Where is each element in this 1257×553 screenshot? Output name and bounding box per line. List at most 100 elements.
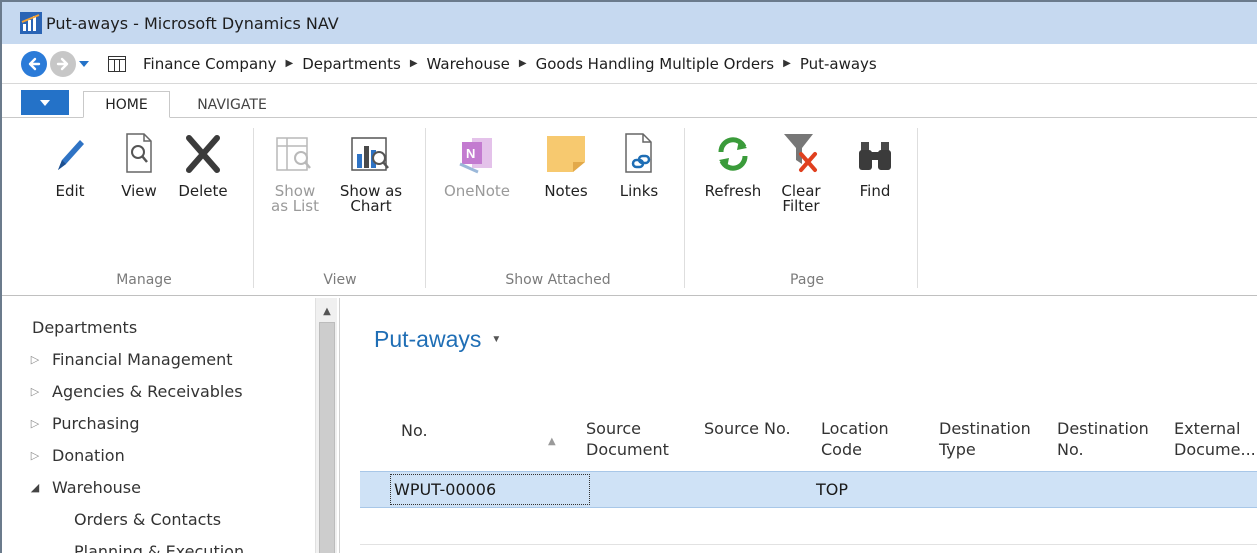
show-as-list-label: Show as List <box>271 182 319 216</box>
sidebar-item-label: Financial Management <box>52 350 233 369</box>
list-view-icon <box>276 137 311 171</box>
sidebar-item-warehouse[interactable]: ◢ Warehouse <box>30 478 141 497</box>
onenote-icon: N <box>459 138 492 174</box>
clear-filter-icon <box>784 134 817 172</box>
group-label-view: View <box>323 272 357 288</box>
edit-label: Edit <box>55 182 85 200</box>
forward-button[interactable] <box>50 50 76 77</box>
column-header-source-no[interactable]: Source No. <box>704 418 791 439</box>
cell-location-code[interactable]: TOP <box>816 480 848 499</box>
sidebar-item-label: Purchasing <box>52 414 140 433</box>
refresh-icon <box>718 137 748 171</box>
group-label-page: Page <box>790 272 824 288</box>
breadcrumb-item[interactable]: Put-aways <box>800 55 877 73</box>
sidebar-scrollbar[interactable]: ▲ <box>315 298 337 553</box>
links-button[interactable]: Links <box>613 118 665 201</box>
sidebar-item-agencies-receivables[interactable]: ▷ Agencies & Receivables <box>30 382 243 401</box>
cell-no[interactable]: WPUT-00006 <box>394 480 496 499</box>
header-line: Destination <box>939 419 1031 438</box>
sidebar-item-purchasing[interactable]: ▷ Purchasing <box>30 414 140 433</box>
caret-down-icon <box>40 99 50 106</box>
refresh-label: Refresh <box>704 182 762 200</box>
expand-icon[interactable]: ▷ <box>30 353 40 366</box>
breadcrumb-item[interactable]: Finance Company <box>143 55 277 73</box>
clear-filter-label: Clear Filter <box>781 182 820 216</box>
list-page: Put-aways ▼ No. ▲ Source Document Source… <box>342 298 1257 553</box>
column-header-destination-type[interactable]: Destination Type <box>939 418 1031 460</box>
group-label-manage: Manage <box>116 272 172 288</box>
scroll-up-arrow-icon[interactable]: ▲ <box>316 304 338 318</box>
find-label: Find <box>859 182 891 200</box>
expand-icon[interactable]: ▷ <box>30 385 40 398</box>
tab-home[interactable]: HOME <box>83 91 170 118</box>
caret-down-icon <box>79 60 89 67</box>
header-line: No. <box>1057 440 1084 459</box>
expand-icon[interactable]: ▷ <box>30 449 40 462</box>
sidebar-item-donation[interactable]: ▷ Donation <box>30 446 125 465</box>
breadcrumb: Finance Company ▶ Departments ▶ Warehous… <box>143 55 877 73</box>
navigation-pane: Departments ▷ Financial Management ▷ Age… <box>2 298 340 553</box>
find-button[interactable]: Find <box>850 118 900 201</box>
edit-button[interactable]: Edit <box>46 118 94 201</box>
show-as-list-button[interactable]: Show as List <box>268 118 322 216</box>
page-title-text: Put-aways <box>374 326 482 352</box>
view-button[interactable]: View <box>115 118 163 201</box>
grid-bottom-divider <box>360 544 1257 545</box>
window-title: Put-aways - Microsoft Dynamics NAV <box>46 13 339 33</box>
arrow-right-icon <box>56 57 69 70</box>
notes-button[interactable]: Notes <box>535 118 597 201</box>
link-document-icon <box>625 133 652 173</box>
header-line: Type <box>939 440 976 459</box>
breadcrumb-item[interactable]: Goods Handling Multiple Orders <box>536 55 775 73</box>
show-as-chart-label: Show as Chart <box>340 182 402 216</box>
ribbon-tabs: HOME NAVIGATE <box>2 84 1257 118</box>
column-header-destination-no[interactable]: Destination No. <box>1057 418 1149 460</box>
column-header-location-code[interactable]: Location Code <box>821 418 889 460</box>
title-bar: Put-aways - Microsoft Dynamics NAV <box>2 2 1257 44</box>
sidebar-item-orders-contacts[interactable]: Orders & Contacts <box>74 510 221 529</box>
view-document-icon <box>126 133 152 173</box>
onenote-label: OneNote <box>443 182 511 200</box>
view-label: View <box>121 182 157 200</box>
delete-button[interactable]: Delete <box>172 118 234 201</box>
expand-icon[interactable]: ▷ <box>30 417 40 430</box>
chevron-right-icon: ▶ <box>285 58 294 69</box>
app-window: Put-aways - Microsoft Dynamics NAV Finan… <box>0 0 1257 553</box>
refresh-button[interactable]: Refresh <box>697 118 769 201</box>
back-button[interactable] <box>21 50 47 77</box>
binoculars-icon <box>859 142 891 170</box>
group-separator <box>684 128 685 288</box>
column-header-external-document[interactable]: External Docume... <box>1174 418 1256 460</box>
sidebar-item-financial-management[interactable]: ▷ Financial Management <box>30 350 233 369</box>
chart-view-icon <box>351 137 389 171</box>
show-as-chart-button[interactable]: Show as Chart <box>338 118 404 216</box>
application-menu-button[interactable] <box>21 90 69 115</box>
history-dropdown[interactable] <box>78 51 90 77</box>
breadcrumb-item[interactable]: Departments <box>302 55 401 73</box>
group-separator <box>917 128 918 288</box>
table-row[interactable]: WPUT-00006 TOP <box>360 471 1257 508</box>
sidebar-item-planning-execution[interactable]: Planning & Execution <box>74 542 244 553</box>
sidebar-item-label: Warehouse <box>52 478 141 497</box>
breadcrumb-item[interactable]: Warehouse <box>427 55 510 73</box>
sidebar-item-label: Agencies & Receivables <box>52 382 243 401</box>
onenote-button[interactable]: N OneNote <box>439 118 515 201</box>
show-as-list-line2: as List <box>271 197 319 215</box>
column-header-source-document[interactable]: Source Document <box>586 418 669 460</box>
links-label: Links <box>619 182 659 200</box>
header-line: Source <box>586 419 641 438</box>
group-separator <box>425 128 426 288</box>
svg-text:N: N <box>466 146 475 161</box>
page-title[interactable]: Put-aways ▼ <box>374 326 501 353</box>
tab-navigate[interactable]: NAVIGATE <box>182 91 282 118</box>
header-line: Document <box>586 440 669 459</box>
clear-filter-button[interactable]: Clear Filter <box>772 118 830 216</box>
column-header-no[interactable]: No. <box>401 420 428 441</box>
dynamics-nav-icon <box>20 12 42 34</box>
caret-down-icon[interactable]: ▼ <box>491 334 501 345</box>
chevron-right-icon: ▶ <box>409 58 418 69</box>
collapse-icon[interactable]: ◢ <box>30 481 40 494</box>
scroll-thumb[interactable] <box>319 322 335 553</box>
sidebar-item-departments[interactable]: Departments <box>32 318 137 337</box>
ribbon: Edit View Delete Manage Show as List Sho… <box>2 118 1257 296</box>
